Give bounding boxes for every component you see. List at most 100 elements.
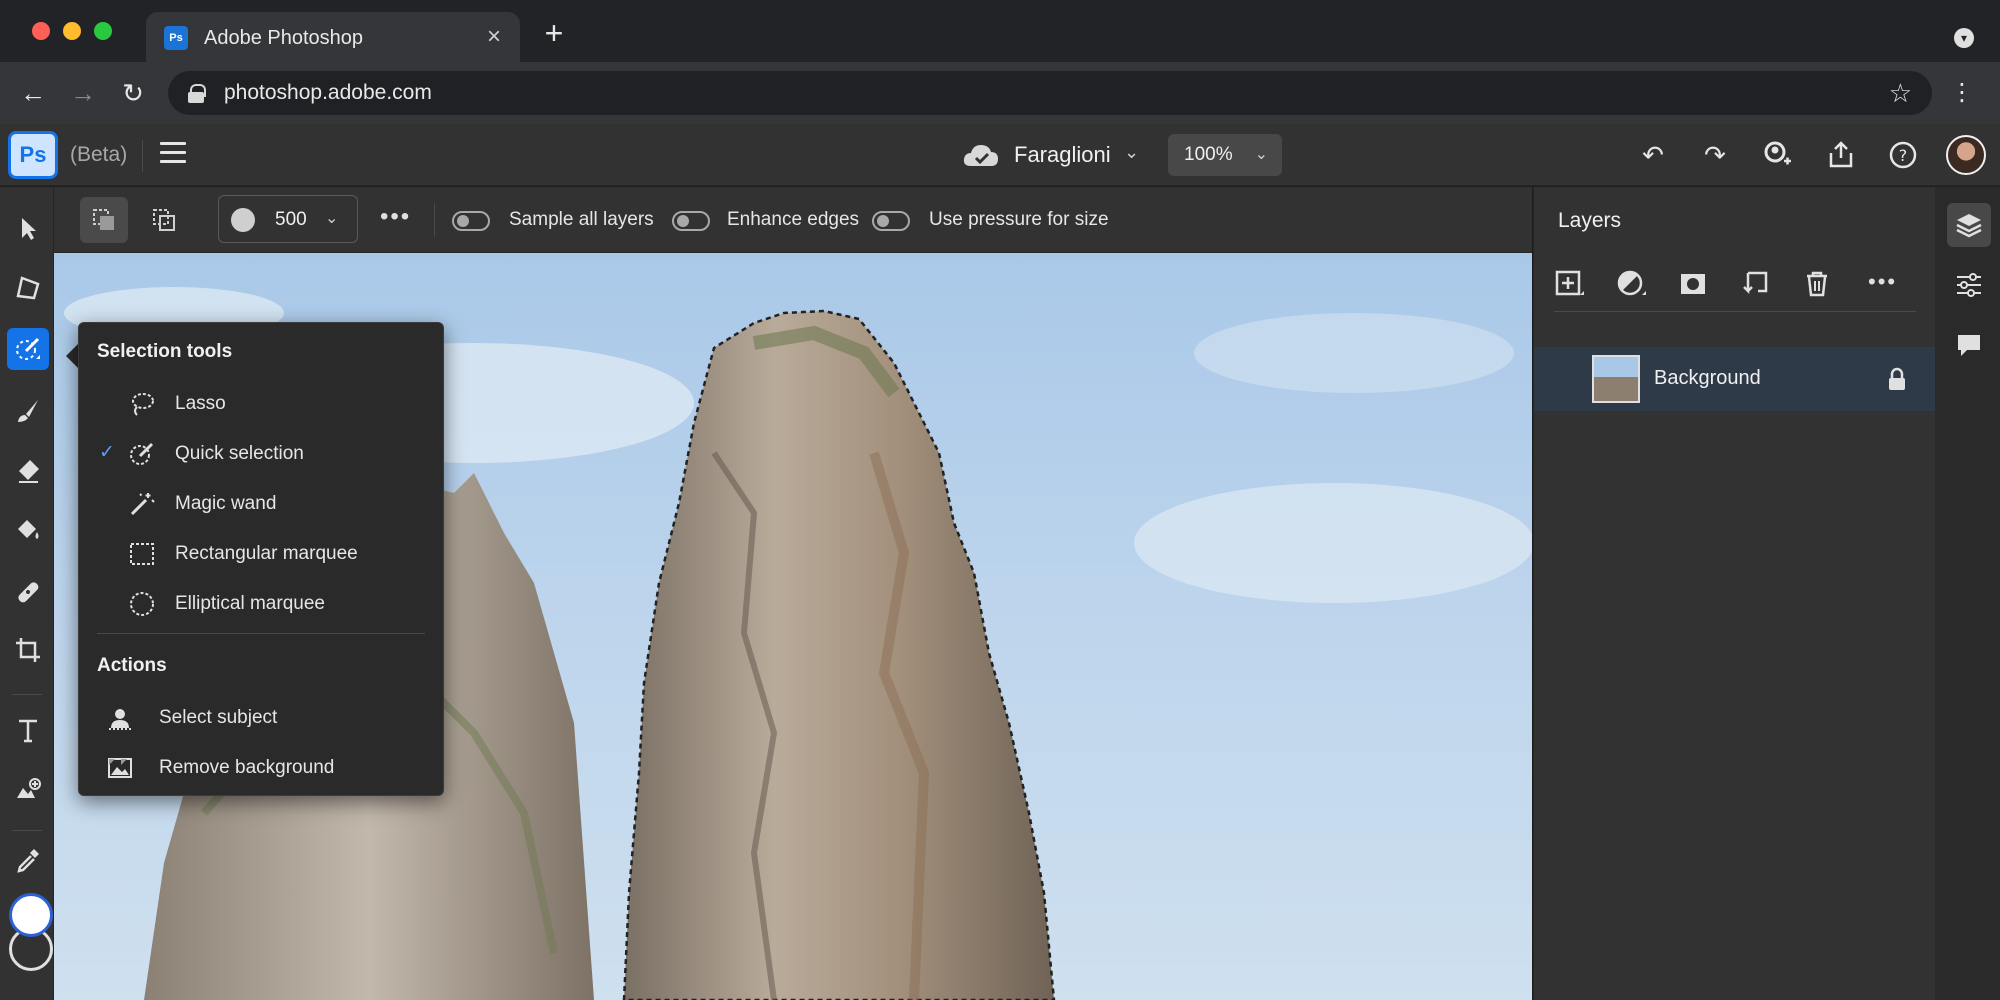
tool-options-bar: 500 ⌄ ••• Sample all layers Enhance edge… xyxy=(54,187,1532,253)
help-icon[interactable]: ? xyxy=(1888,140,1918,170)
clipping-mask-icon[interactable] xyxy=(1740,269,1770,299)
right-panel-rail xyxy=(1935,187,2000,1000)
move-tool[interactable] xyxy=(7,207,49,249)
undo-icon[interactable]: ↶ xyxy=(1638,140,1668,170)
layer-name[interactable]: Background xyxy=(1654,367,1761,390)
brush-size-value: 500 xyxy=(275,209,307,230)
url-omnibox[interactable]: photoshop.adobe.com ☆ xyxy=(168,71,1932,115)
browser-tab-bar: Ps Adobe Photoshop × + ▾ xyxy=(0,0,2000,64)
elliptical-marquee-tool-item[interactable]: Elliptical marquee xyxy=(79,581,443,625)
layers-panel-button[interactable] xyxy=(1947,203,1991,247)
photoshop-favicon-icon: Ps xyxy=(164,26,188,50)
layers-panel: Layers ••• Background xyxy=(1533,187,1936,1000)
select-subject-action[interactable]: Select subject xyxy=(79,695,443,739)
transform-icon xyxy=(16,276,40,300)
add-to-selection-mode-button[interactable] xyxy=(140,197,188,243)
crop-tool[interactable] xyxy=(7,629,49,671)
sliders-icon xyxy=(1957,273,1981,297)
photoshop-logo[interactable]: Ps xyxy=(8,131,58,179)
magic-wand-tool-item[interactable]: Magic wand xyxy=(79,481,443,525)
select-subject-label: Select subject xyxy=(159,707,278,728)
magic-wand-icon xyxy=(130,493,155,516)
new-selection-icon xyxy=(93,209,114,230)
type-tool[interactable] xyxy=(7,709,49,751)
add-layer-icon[interactable] xyxy=(1554,269,1584,299)
brush-tool[interactable] xyxy=(7,390,49,432)
eyedropper-icon xyxy=(17,849,39,873)
adjustment-layer-icon[interactable] xyxy=(1616,269,1646,299)
invite-user-icon[interactable] xyxy=(1762,140,1792,170)
share-icon[interactable] xyxy=(1826,140,1856,170)
brush-size-dropdown[interactable]: 500 ⌄ xyxy=(218,195,358,243)
back-arrow-icon[interactable]: ← xyxy=(18,78,48,108)
select-subject-icon xyxy=(109,709,131,730)
layers-more-icon[interactable]: ••• xyxy=(1868,269,1897,295)
add-image-tool[interactable] xyxy=(7,769,49,811)
toolbar-divider xyxy=(12,830,42,831)
document-chevron-down-icon[interactable]: ⌄ xyxy=(1124,142,1139,163)
window-minimize-button[interactable] xyxy=(63,22,81,40)
layers-stack-icon xyxy=(1956,214,1982,238)
flyout-divider xyxy=(97,633,425,634)
eraser-icon xyxy=(19,460,39,483)
tab-search-chevron-icon[interactable]: ▾ xyxy=(1954,28,1974,48)
lasso-tool-item[interactable]: Lasso xyxy=(79,381,443,425)
sample-all-layers-toggle[interactable] xyxy=(452,211,490,231)
delete-layer-icon[interactable] xyxy=(1802,269,1832,299)
hamburger-menu-icon[interactable] xyxy=(160,142,186,166)
enhance-edges-toggle[interactable] xyxy=(672,211,710,231)
redo-icon[interactable]: ↷ xyxy=(1700,140,1730,170)
rectangular-marquee-label: Rectangular marquee xyxy=(175,543,358,564)
elliptical-marquee-label: Elliptical marquee xyxy=(175,593,325,614)
brush-chevron-down-icon: ⌄ xyxy=(325,210,339,227)
document-name[interactable]: Faraglioni xyxy=(1014,142,1111,168)
healing-tool[interactable] xyxy=(7,571,49,613)
zoom-value: 100% xyxy=(1184,144,1233,165)
comment-icon xyxy=(1958,335,1980,356)
reload-icon[interactable]: ↻ xyxy=(118,78,148,108)
zoom-chevron-down-icon: ⌄ xyxy=(1254,146,1268,163)
secure-lock-icon[interactable] xyxy=(188,84,206,103)
type-icon xyxy=(19,719,37,743)
foreground-color-swatch[interactable] xyxy=(9,893,53,937)
svg-text:?: ? xyxy=(1899,146,1908,165)
user-avatar[interactable] xyxy=(1946,135,1986,175)
left-toolbar xyxy=(0,187,54,1000)
new-selection-mode-button[interactable] xyxy=(80,197,128,243)
eyedropper-tool[interactable] xyxy=(7,839,49,881)
quick-selection-tool-item[interactable]: ✓ Quick selection xyxy=(79,431,443,475)
layer-thumbnail[interactable] xyxy=(1592,355,1640,403)
beta-label: (Beta) xyxy=(70,143,128,166)
app-header: Ps (Beta) Faraglioni ⌄ 100% ⌄ ↶ ↷ ? xyxy=(0,124,2000,186)
use-pressure-toggle[interactable] xyxy=(872,211,910,231)
bookmark-star-icon[interactable]: ☆ xyxy=(1889,79,1912,107)
window-close-button[interactable] xyxy=(32,22,50,40)
remove-background-action[interactable]: Remove background xyxy=(79,745,443,789)
checkmark-icon: ✓ xyxy=(99,442,115,463)
paint-bucket-tool[interactable] xyxy=(7,509,49,551)
selection-tools-flyout: Selection tools Lasso ✓ Quick selection … xyxy=(78,322,444,796)
window-zoom-button[interactable] xyxy=(94,22,112,40)
browser-menu-icon[interactable]: ⋮ xyxy=(1950,78,1974,108)
forward-arrow-icon[interactable]: → xyxy=(68,78,98,108)
properties-panel-button[interactable] xyxy=(1947,263,1991,307)
url-text[interactable]: photoshop.adobe.com xyxy=(224,81,432,105)
layer-lock-icon[interactable] xyxy=(1886,367,1908,391)
selection-tool[interactable] xyxy=(7,328,49,370)
new-tab-button[interactable]: + xyxy=(540,17,568,49)
layer-mask-icon[interactable] xyxy=(1678,269,1708,299)
transform-tool[interactable] xyxy=(7,267,49,309)
zoom-dropdown[interactable]: 100% ⌄ xyxy=(1168,134,1282,176)
brush-tip-icon xyxy=(231,208,255,232)
brush-icon xyxy=(18,400,38,422)
tab-close-icon[interactable]: × xyxy=(482,25,506,50)
more-options-icon[interactable]: ••• xyxy=(380,203,411,231)
header-divider xyxy=(142,140,143,172)
flyout-pointer xyxy=(66,344,78,368)
eraser-tool[interactable] xyxy=(7,450,49,492)
rectangular-marquee-tool-item[interactable]: Rectangular marquee xyxy=(79,531,443,575)
browser-tab[interactable]: Ps Adobe Photoshop × xyxy=(146,12,520,64)
crop-icon xyxy=(16,638,40,662)
actions-heading: Actions xyxy=(97,655,167,676)
comments-panel-button[interactable] xyxy=(1947,323,1991,367)
